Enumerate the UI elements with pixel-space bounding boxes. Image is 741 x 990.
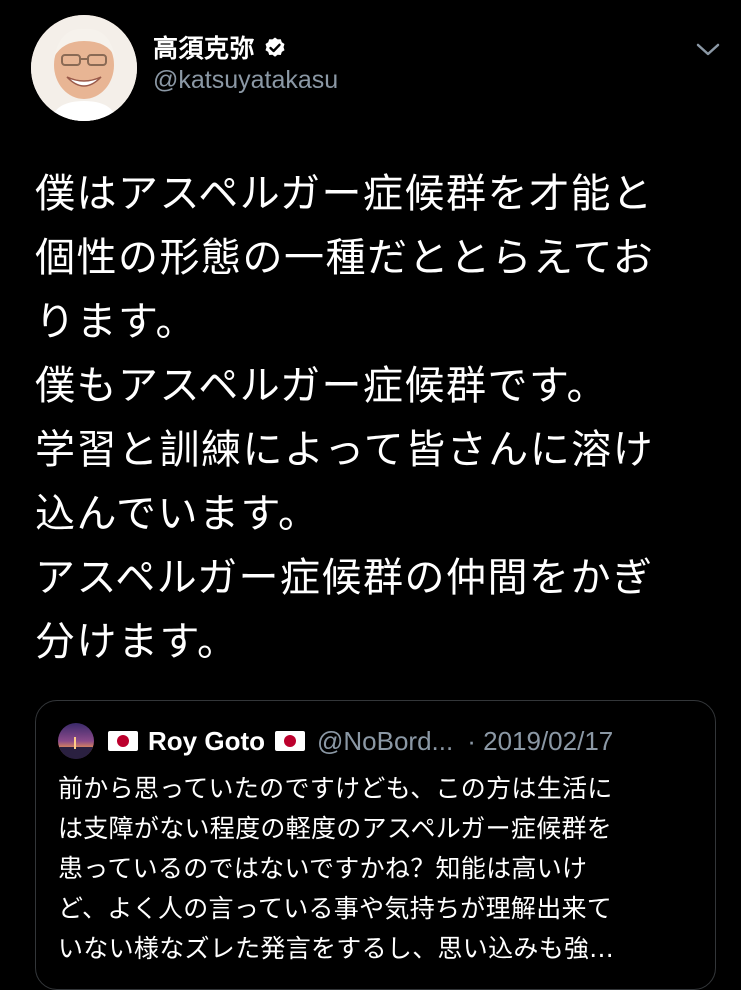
tweet-text-line: 僕はアスペルガー症候群を才能と	[35, 171, 654, 217]
author-handle[interactable]: @katsuyatakasu	[153, 66, 338, 95]
author-header: 高須克弥 @katsuyatakasu	[153, 30, 338, 95]
verified-badge-icon	[263, 35, 287, 59]
author-avatar[interactable]	[31, 15, 137, 121]
quoted-handle[interactable]: @NoBord...	[317, 726, 453, 757]
quoted-text-line: ど、よく人の言っている事や気持ちが理解出来て	[58, 894, 613, 923]
avatar-photo-icon	[31, 15, 137, 121]
quoted-text-line: いない様なズレた発言をするし、思い込みも強...	[58, 934, 615, 963]
quoted-date[interactable]: · 2019/02/17	[467, 726, 613, 757]
tweet-text-line: 個性の形態の一種だととらえてお	[35, 235, 655, 281]
quoted-text-line: 患っているのではないですかね？知能は高いけ	[58, 854, 588, 883]
quoted-display-name[interactable]: Roy Goto	[148, 726, 265, 757]
quoted-author-avatar[interactable]	[58, 723, 94, 759]
tweet-text: 僕はアスペルガー症候群を才能と 個性の形態の一種だととらえてお ります。僕もアスペル…	[35, 162, 715, 674]
quoted-tweet-header: Roy Goto @NoBord... · 2019/02/17	[58, 723, 613, 759]
japan-flag-icon	[275, 731, 305, 751]
more-options-button[interactable]	[692, 38, 724, 62]
tweet-text-line: アスペルガー症候群の仲間をかぎ	[35, 555, 654, 601]
tweet-text-line: 僕もアスペルガー症候群です。	[35, 363, 608, 409]
japan-flag-icon	[108, 731, 138, 751]
quoted-tweet-text: 前から思っていたのですけども、この方は生活に は支障がない程度の軽度のアスペルガー…	[58, 769, 688, 969]
tweet-text-line: 込んでいます。	[35, 491, 320, 537]
tweet-text-line: 学習と訓練によって皆さんに溶け	[35, 427, 655, 473]
tweet-text-line: ります。	[35, 299, 197, 345]
author-display-name[interactable]: 高須克弥	[153, 29, 255, 65]
quoted-text-line: 前から思っていたのですけども、この方は生活に	[58, 774, 613, 803]
chevron-down-icon	[696, 43, 720, 56]
quoted-tweet[interactable]: Roy Goto @NoBord... · 2019/02/17 前から思ってい…	[35, 700, 716, 990]
avatar-photo-icon	[58, 723, 94, 759]
quoted-text-line: は支障がない程度の軽度のアスペルガー症候群を	[58, 814, 613, 843]
tweet[interactable]: 高須克弥 @katsuyatakasu 僕はアスペルガー症候群を才能と 個性の形態…	[0, 0, 741, 990]
tweet-text-line: 分けます。	[35, 619, 239, 665]
